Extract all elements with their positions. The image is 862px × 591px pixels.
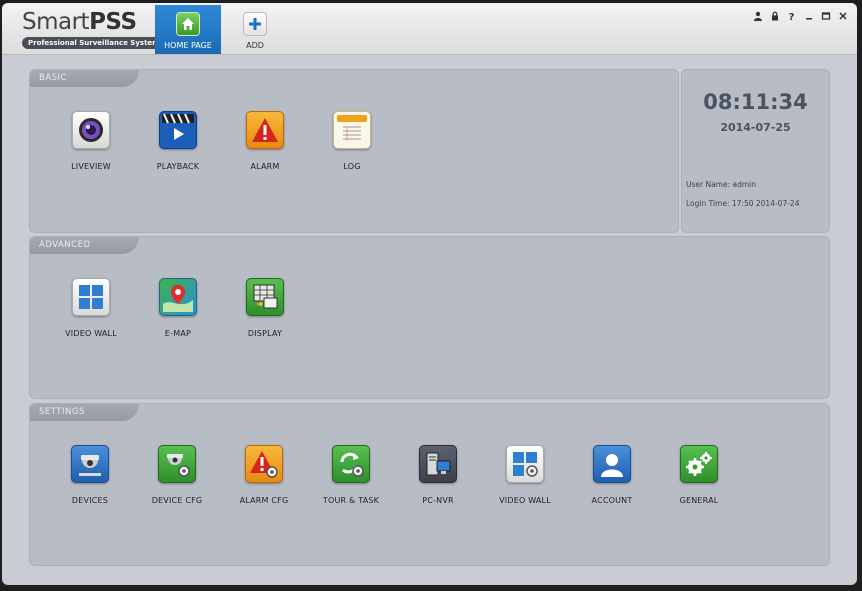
- pc-nvr-button[interactable]: PC-NVR: [398, 445, 478, 505]
- item-label: LOG: [343, 162, 361, 171]
- warning-icon: [246, 111, 284, 149]
- tab-home-page[interactable]: HOME PAGE: [155, 5, 221, 54]
- log-notepad-icon: [333, 111, 371, 149]
- maximize-icon[interactable]: [819, 11, 832, 24]
- logo-bold-text: PSS: [89, 9, 137, 35]
- video-wall-cfg-button[interactable]: VIDEO WALL: [485, 445, 565, 505]
- tab-label: ADD: [246, 41, 264, 50]
- plus-icon: [243, 12, 267, 36]
- minimize-icon[interactable]: [802, 11, 815, 24]
- video-wall-button[interactable]: VIDEO WALL: [51, 278, 131, 338]
- devices-button[interactable]: DEVICES: [50, 445, 130, 505]
- tour-task-icon: [332, 445, 370, 483]
- advanced-panel: ADVANCED VIDEO WALL E-MAP DISPLAY: [29, 236, 830, 399]
- display-icon: [246, 278, 284, 316]
- alarm-config-icon: [245, 445, 283, 483]
- item-label: VIDEO WALL: [499, 496, 551, 505]
- alarm-button[interactable]: ALARM: [225, 111, 305, 171]
- clapper-play-icon: [159, 111, 197, 149]
- panel-title: ADVANCED: [30, 237, 139, 254]
- help-icon[interactable]: ?: [785, 11, 798, 24]
- item-label: DEVICES: [71, 496, 109, 505]
- current-time: 08:11:34: [703, 90, 808, 114]
- basic-panel: BASIC LIVEVIEW PLAYBACK ALARM LOG: [29, 69, 679, 233]
- item-label: LIVEVIEW: [71, 162, 111, 171]
- device-cfg-button[interactable]: DEVICE CFG: [137, 445, 217, 505]
- user-icon[interactable]: [751, 11, 764, 24]
- panel-title: SETTINGS: [30, 404, 139, 421]
- logo-main-text: Smart: [22, 9, 90, 35]
- item-label: VIDEO WALL: [65, 329, 117, 338]
- pc-nvr-icon: [419, 445, 457, 483]
- general-button[interactable]: GENERAL: [659, 445, 739, 505]
- settings-panel: SETTINGS DEVICES DEVICE CFG ALARM CFG TO…: [29, 403, 830, 566]
- item-label: TOUR & TASK: [322, 496, 380, 505]
- log-button[interactable]: LOG: [312, 111, 392, 171]
- alarm-cfg-button[interactable]: ALARM CFG: [224, 445, 304, 505]
- item-label: DISPLAY: [247, 329, 283, 338]
- item-label: PLAYBACK: [156, 162, 200, 171]
- clock-panel: 08:11:34 2014-07-25 User Name: admin Log…: [681, 69, 830, 233]
- logo-subtitle: Professional Surveillance System: [22, 37, 166, 49]
- item-label: PC-NVR: [422, 496, 454, 505]
- item-label: ALARM: [250, 162, 280, 171]
- home-icon: [176, 12, 200, 36]
- map-pin-icon: [159, 278, 197, 316]
- video-wall-config-icon: [506, 445, 544, 483]
- close-icon[interactable]: [836, 11, 849, 24]
- item-label: GENERAL: [679, 496, 719, 505]
- login-time-text: Login Time: 17:50 2014-07-24: [686, 199, 800, 208]
- liveview-button[interactable]: LIVEVIEW: [51, 111, 131, 171]
- dome-camera-icon: [71, 445, 109, 483]
- gears-icon: [680, 445, 718, 483]
- account-button[interactable]: ACCOUNT: [572, 445, 652, 505]
- window-controls: ?: [751, 11, 849, 24]
- tab-label: HOME PAGE: [164, 41, 212, 50]
- item-label: ACCOUNT: [591, 496, 633, 505]
- grid-icon: [72, 278, 110, 316]
- display-button[interactable]: DISPLAY: [225, 278, 305, 338]
- e-map-button[interactable]: E-MAP: [138, 278, 218, 338]
- lock-icon[interactable]: [768, 11, 781, 24]
- title-bar: SmartPSS Professional Surveillance Syste…: [2, 3, 857, 55]
- app-logo: SmartPSS Professional Surveillance Syste…: [22, 9, 166, 49]
- item-label: DEVICE CFG: [151, 496, 203, 505]
- tab-add[interactable]: ADD: [225, 5, 285, 54]
- account-icon: [593, 445, 631, 483]
- device-config-icon: [158, 445, 196, 483]
- item-label: ALARM CFG: [239, 496, 289, 505]
- panel-title: BASIC: [30, 70, 139, 87]
- playback-button[interactable]: PLAYBACK: [138, 111, 218, 171]
- app-window: SmartPSS Professional Surveillance Syste…: [2, 3, 857, 585]
- current-date: 2014-07-25: [720, 121, 791, 134]
- tour-task-button[interactable]: TOUR & TASK: [311, 445, 391, 505]
- camera-lens-icon: [72, 111, 110, 149]
- item-label: E-MAP: [164, 329, 192, 338]
- user-name-text: User Name: admin: [686, 180, 757, 189]
